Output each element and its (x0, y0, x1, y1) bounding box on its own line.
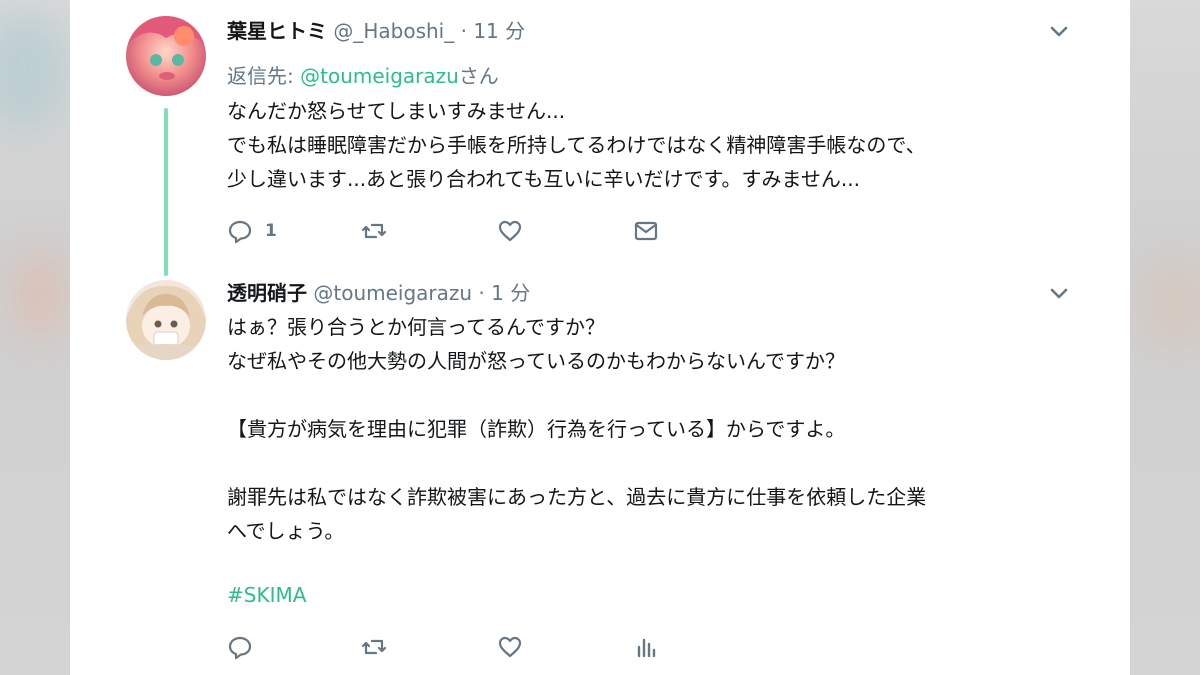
user-handle[interactable]: @toumeigarazu (313, 281, 472, 305)
chevron-down-icon[interactable] (1046, 18, 1072, 44)
avatar[interactable] (126, 16, 206, 96)
hashtag-link[interactable]: #SKIMA (227, 578, 1107, 612)
chevron-down-icon[interactable] (1046, 280, 1072, 306)
reply-suffix: さん (458, 64, 499, 88)
separator-dot: · (478, 281, 485, 305)
reply-button[interactable]: 1 (227, 216, 277, 246)
tweet-2[interactable]: 透明硝子 @toumeigarazu · 1 分 はぁ？張り合うとか何言ってるん… (70, 270, 1130, 675)
reply-count: 1 (265, 221, 277, 241)
thread-line (164, 108, 168, 276)
analytics-button[interactable] (633, 632, 659, 662)
analytics-icon (637, 638, 656, 658)
retweet-icon (361, 639, 387, 655)
reply-label: 返信先: (227, 64, 301, 88)
timeline-panel: 葉星ヒトミ @_Haboshi_ · 11 分 返信先: @toumeigara… (70, 0, 1130, 675)
reply-mention-link[interactable]: @toumeigarazu (300, 64, 459, 88)
retweet-icon (361, 223, 387, 239)
message-icon (634, 221, 658, 241)
like-button[interactable] (497, 216, 523, 246)
reply-icon (228, 220, 252, 244)
like-icon (498, 636, 522, 658)
user-handle[interactable]: @_Haboshi_ (333, 19, 454, 43)
tweet-actions (227, 632, 827, 662)
tweet-header: 透明硝子 @toumeigarazu · 1 分 (227, 280, 530, 306)
reply-icon (228, 636, 252, 660)
reply-button[interactable] (227, 632, 253, 662)
retweet-button[interactable] (361, 632, 387, 662)
display-name[interactable]: 透明硝子 (227, 281, 307, 305)
timestamp[interactable]: 1 分 (491, 281, 530, 305)
separator-dot: · (460, 19, 467, 43)
reply-context: 返信先: @toumeigarazuさん (227, 60, 499, 89)
tweet-1[interactable]: 葉星ヒトミ @_Haboshi_ · 11 分 返信先: @toumeigara… (70, 0, 1130, 276)
tweet-header: 葉星ヒトミ @_Haboshi_ · 11 分 (227, 18, 525, 44)
retweet-button[interactable] (361, 216, 387, 246)
like-icon (498, 220, 522, 242)
like-button[interactable] (497, 632, 523, 662)
tweet-actions: 1 (227, 216, 827, 246)
display-name[interactable]: 葉星ヒトミ (227, 19, 327, 43)
tweet-text: なんだか怒らせてしまいすみません... でも私は睡眠障害だから手帳を所持してるわ… (227, 99, 926, 191)
direct-message-button[interactable] (633, 216, 659, 246)
tweet-text: はぁ？張り合うとか何言ってるんですか？ なぜ私やその他大勢の人間が怒っているのか… (227, 315, 927, 543)
timestamp[interactable]: 11 分 (473, 19, 525, 43)
avatar[interactable] (126, 280, 206, 360)
